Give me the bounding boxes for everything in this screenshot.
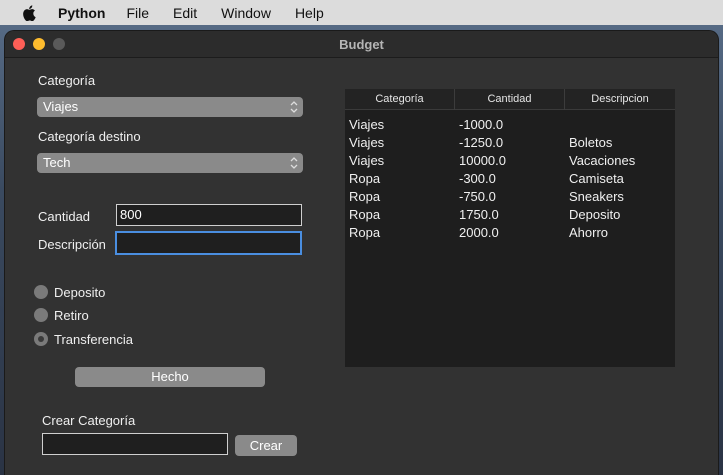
dest-category-label: Categoría destino bbox=[38, 129, 141, 144]
apple-icon[interactable] bbox=[22, 4, 36, 21]
table-row[interactable]: Ropa 1750.0 Deposito bbox=[345, 206, 675, 224]
cell-description: Ahorro bbox=[569, 225, 609, 240]
radio-withdraw-label: Retiro bbox=[54, 307, 89, 323]
table-row[interactable]: Ropa 2000.0 Ahorro bbox=[345, 224, 675, 242]
cell-category: Ropa bbox=[349, 189, 381, 204]
title-bar[interactable]: Budget bbox=[5, 31, 718, 58]
menu-help[interactable]: Help bbox=[295, 5, 324, 21]
cell-amount: -1000.0 bbox=[459, 117, 504, 132]
menu-edit[interactable]: Edit bbox=[173, 5, 197, 21]
cell-amount: -300.0 bbox=[459, 171, 496, 186]
done-button[interactable]: Hecho bbox=[75, 367, 265, 387]
radio-transfer-button[interactable] bbox=[34, 332, 48, 346]
updown-chevron-icon bbox=[290, 101, 298, 113]
updown-chevron-icon bbox=[290, 157, 298, 169]
menu-bar: Python File Edit Window Help bbox=[0, 0, 723, 25]
radio-withdraw[interactable]: Retiro bbox=[34, 307, 89, 323]
amount-label: Cantidad bbox=[38, 209, 91, 224]
create-button[interactable]: Crear bbox=[235, 435, 297, 456]
cell-description bbox=[565, 116, 675, 134]
table-row[interactable]: Viajes -1250.0 Boletos bbox=[345, 134, 675, 152]
budget-window: Budget Categoría Viajes Categoría destin… bbox=[5, 31, 718, 475]
menu-window[interactable]: Window bbox=[221, 5, 271, 21]
radio-transfer[interactable]: Transferencia bbox=[34, 331, 133, 347]
table-body: Viajes -1000.0 Viajes -1250.0 Boletos Vi… bbox=[345, 116, 675, 242]
amount-input[interactable]: 800 bbox=[116, 204, 302, 226]
table-row[interactable]: Viajes -1000.0 bbox=[345, 116, 675, 134]
window-title: Budget bbox=[339, 37, 384, 52]
cell-category: Viajes bbox=[349, 135, 385, 150]
menu-app-name[interactable]: Python bbox=[58, 5, 105, 21]
column-header-amount[interactable]: Cantidad bbox=[455, 89, 565, 110]
column-header-category[interactable]: Categoría bbox=[345, 89, 455, 110]
dest-category-select[interactable]: Tech bbox=[37, 153, 303, 173]
description-label: Descripción bbox=[38, 237, 106, 252]
category-select[interactable]: Viajes bbox=[37, 97, 303, 117]
table-row[interactable]: Ropa -750.0 Sneakers bbox=[345, 188, 675, 206]
radio-deposit-button[interactable] bbox=[34, 285, 48, 299]
category-label: Categoría bbox=[38, 73, 96, 88]
cell-category: Ropa bbox=[349, 207, 381, 222]
radio-deposit-label: Deposito bbox=[54, 284, 106, 300]
cell-amount: 10000.0 bbox=[459, 153, 506, 168]
cell-category: Viajes bbox=[349, 117, 385, 132]
transactions-table[interactable]: Categoría Cantidad Descripcion Viajes -1… bbox=[345, 89, 675, 367]
description-input[interactable] bbox=[115, 231, 302, 255]
cell-amount: -750.0 bbox=[459, 189, 496, 204]
create-category-label: Crear Categoría bbox=[42, 413, 136, 428]
cell-description: Deposito bbox=[569, 207, 621, 222]
category-select-value: Viajes bbox=[43, 99, 79, 114]
table-row[interactable]: Viajes 10000.0 Vacaciones bbox=[345, 152, 675, 170]
cell-description: Sneakers bbox=[569, 189, 624, 204]
cell-category: Ropa bbox=[349, 171, 381, 186]
radio-transfer-label: Transferencia bbox=[54, 331, 133, 347]
cell-description: Camiseta bbox=[569, 171, 624, 186]
column-header-description[interactable]: Descripcion bbox=[565, 89, 675, 110]
cell-amount: -1250.0 bbox=[459, 135, 504, 150]
dest-category-select-value: Tech bbox=[43, 155, 71, 170]
cell-amount: 1750.0 bbox=[459, 207, 499, 222]
table-header: Categoría Cantidad Descripcion bbox=[345, 89, 675, 110]
cell-amount: 2000.0 bbox=[459, 225, 499, 240]
create-category-input[interactable] bbox=[42, 433, 228, 455]
menu-file[interactable]: File bbox=[126, 5, 149, 21]
radio-withdraw-button[interactable] bbox=[34, 308, 48, 322]
cell-category: Ropa bbox=[349, 225, 381, 240]
cell-description: Vacaciones bbox=[569, 153, 636, 168]
cell-description: Boletos bbox=[569, 135, 613, 150]
table-row[interactable]: Ropa -300.0 Camiseta bbox=[345, 170, 675, 188]
cell-category: Viajes bbox=[349, 153, 385, 168]
radio-deposit[interactable]: Deposito bbox=[34, 284, 105, 300]
